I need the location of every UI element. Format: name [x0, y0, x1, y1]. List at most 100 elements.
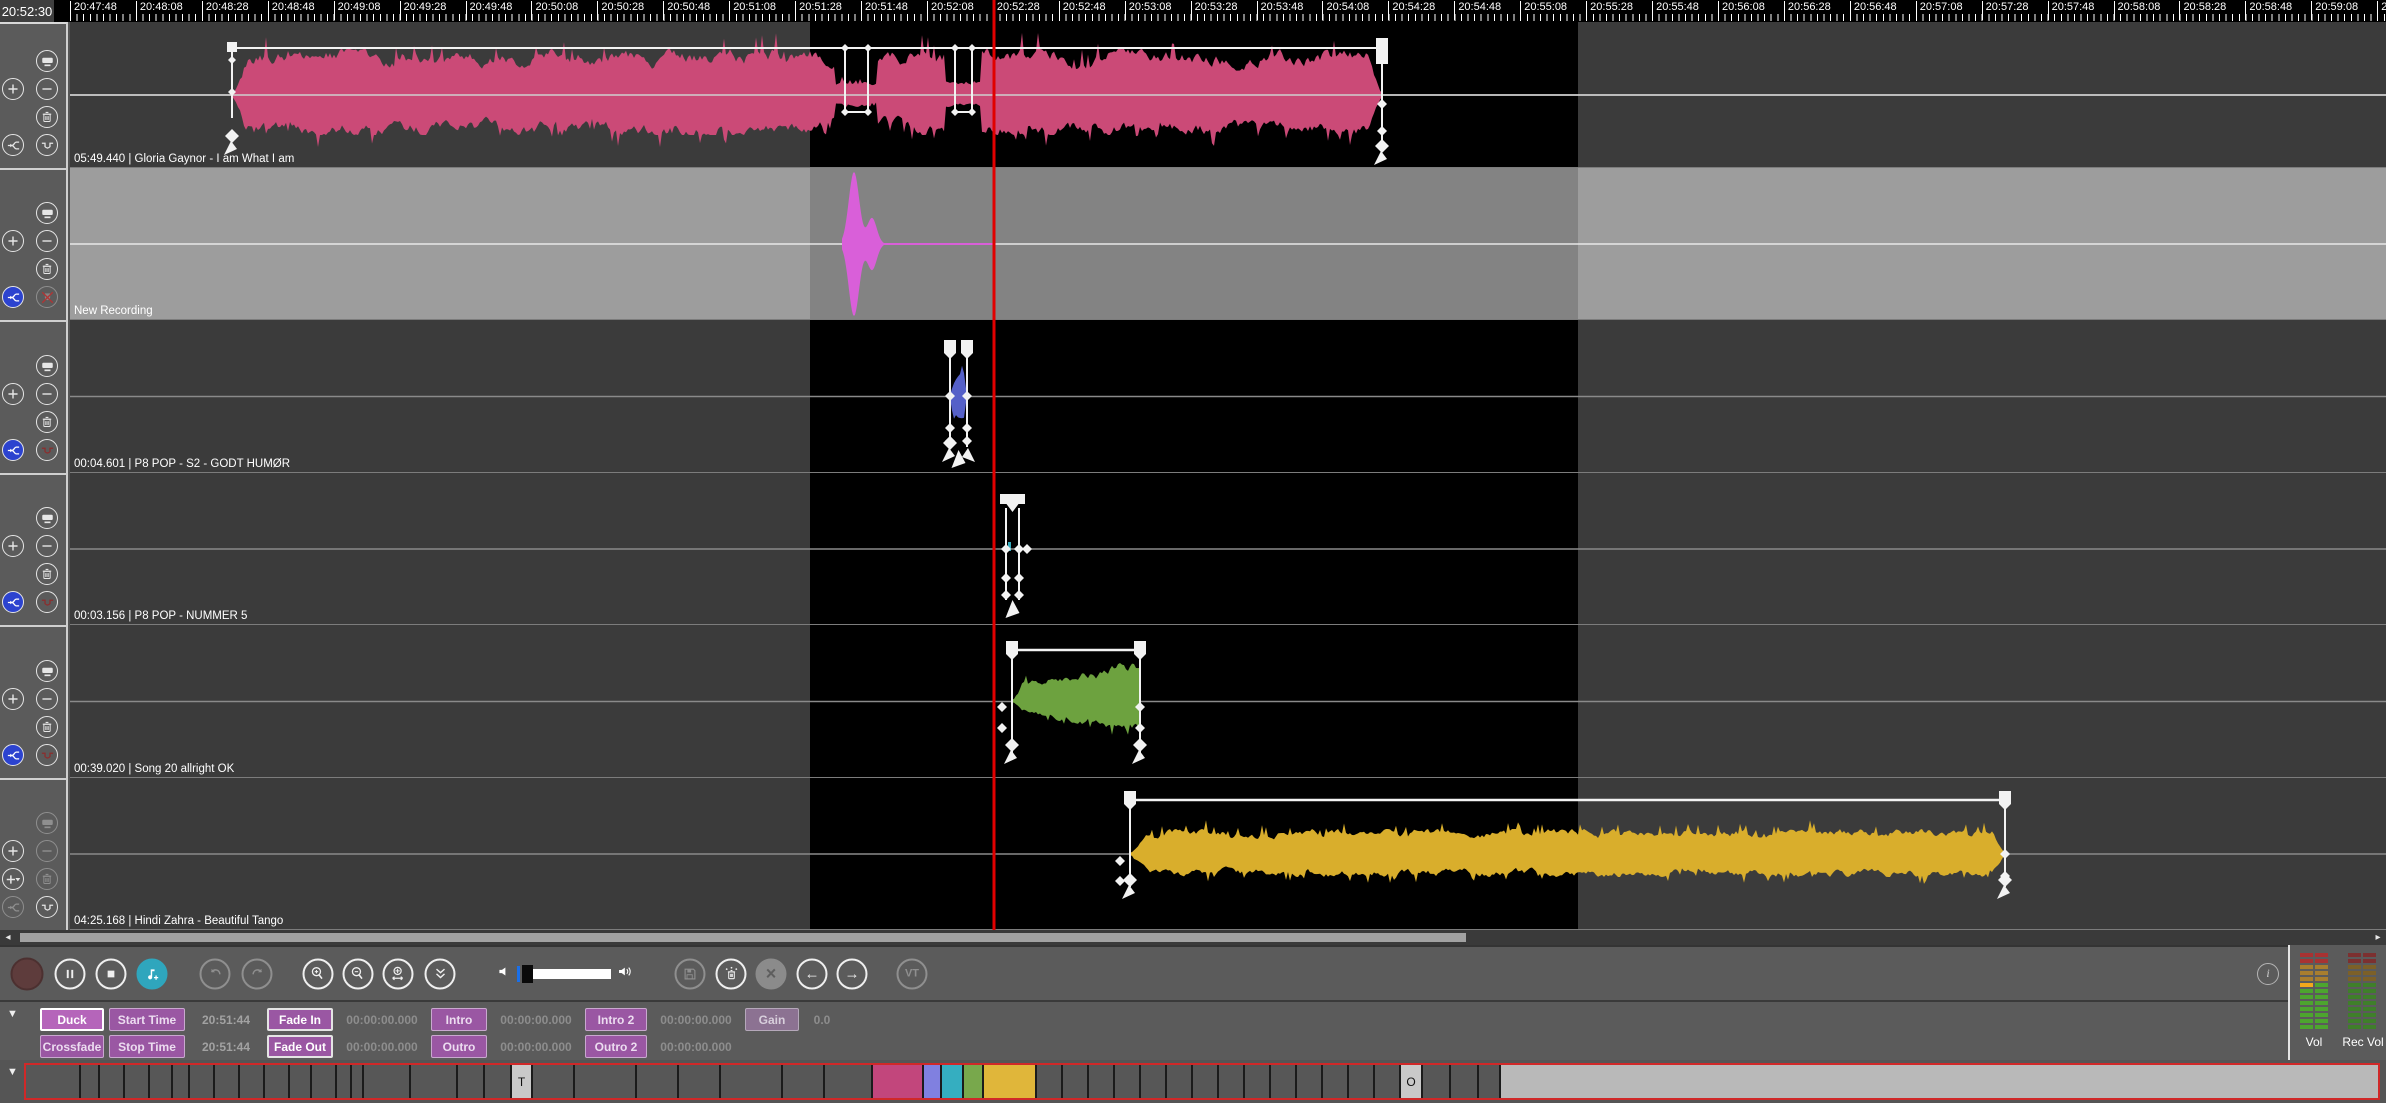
cart-cell[interactable]	[1375, 1065, 1399, 1098]
zoom-out-button[interactable]	[343, 958, 374, 989]
cart-cell[interactable]	[1037, 1065, 1061, 1098]
cart-cell[interactable]	[1245, 1065, 1269, 1098]
delete-track-button[interactable]	[36, 716, 58, 738]
route-button[interactable]	[2, 286, 24, 308]
voice-track-button[interactable]: VT	[897, 958, 928, 989]
zoom-in-button[interactable]	[303, 958, 334, 989]
selected-time-region[interactable]	[810, 168, 1578, 319]
scrollbar-thumb[interactable]	[20, 933, 1466, 942]
scroll-right-icon[interactable]: ▸	[2370, 930, 2386, 945]
horizontal-scrollbar[interactable]: ◂ ▸	[0, 930, 2386, 945]
collapse-tracks-button[interactable]	[425, 958, 456, 989]
slider-thumb[interactable]	[522, 965, 533, 983]
cart-cell-O[interactable]: O	[1401, 1065, 1421, 1098]
cart-cell[interactable]	[100, 1065, 123, 1098]
cart-cell[interactable]	[290, 1065, 310, 1098]
add-audio-button[interactable]	[137, 958, 168, 989]
cart-cell[interactable]	[240, 1065, 263, 1098]
outro2-value[interactable]: 00:00:00.000	[652, 1035, 740, 1058]
speaker-min-icon[interactable]	[497, 963, 513, 984]
zoom-in-track-button[interactable]	[2, 230, 24, 252]
cart-cell[interactable]	[458, 1065, 483, 1098]
start-time-value[interactable]: 20:51:44	[190, 1008, 262, 1031]
zoom-out-track-button[interactable]	[36, 383, 58, 405]
monitor-button[interactable]	[36, 507, 58, 529]
record-button[interactable]	[11, 957, 44, 990]
stop-button[interactable]	[96, 958, 127, 989]
speaker-loud-icon[interactable]	[618, 963, 635, 984]
cart-cell[interactable]	[1349, 1065, 1373, 1098]
info-button[interactable]: i	[2257, 963, 2279, 985]
collapse-panel-icon[interactable]: ▼	[7, 1008, 18, 1020]
cart-cell[interactable]	[1141, 1065, 1165, 1098]
delete-track-button[interactable]	[36, 411, 58, 433]
start-time-button[interactable]: Start Time	[109, 1008, 185, 1031]
selected-time-region[interactable]	[810, 778, 1578, 929]
duck-track-button[interactable]	[36, 744, 58, 766]
cart-cell[interactable]	[1451, 1065, 1477, 1098]
cart-cell[interactable]	[1423, 1065, 1449, 1098]
cart-cell[interactable]	[150, 1065, 171, 1098]
cart-cell[interactable]	[337, 1065, 350, 1098]
timeline-ruler[interactable]: 20:47:4820:48:0820:48:2820:48:4820:49:08…	[54, 0, 2386, 22]
zoom-in-track-button[interactable]	[2, 840, 24, 862]
monitor-button[interactable]	[36, 355, 58, 377]
gain-value[interactable]: 0.0	[804, 1008, 840, 1031]
cart-cell[interactable]	[1219, 1065, 1243, 1098]
cart-cell[interactable]	[312, 1065, 335, 1098]
monitor-button[interactable]	[36, 812, 58, 834]
zoom-out-track-button[interactable]	[36, 78, 58, 100]
intro-value[interactable]: 00:00:00.000	[492, 1008, 580, 1031]
crossfade-button[interactable]: Crossfade	[40, 1035, 104, 1058]
cart-cell-T[interactable]: T	[512, 1065, 531, 1098]
route-button[interactable]	[2, 896, 24, 918]
prev-item-button[interactable]: ←	[797, 958, 828, 989]
cart-cell[interactable]	[411, 1065, 456, 1098]
volume-slider[interactable]	[517, 965, 611, 983]
collapse-strip-icon[interactable]: ▼	[7, 1066, 18, 1078]
duck-track-button[interactable]	[36, 896, 58, 918]
route-button[interactable]	[2, 744, 24, 766]
cart-cell[interactable]	[1501, 1065, 2378, 1098]
track-row[interactable]: New Recording	[70, 168, 2386, 320]
cart-cell[interactable]	[215, 1065, 238, 1098]
monitor-button[interactable]	[36, 202, 58, 224]
duck-button[interactable]: Duck	[40, 1008, 104, 1031]
cart-cell[interactable]	[1297, 1065, 1321, 1098]
duck-track-button[interactable]	[36, 439, 58, 461]
cart-cell[interactable]	[81, 1065, 98, 1098]
scroll-left-icon[interactable]: ◂	[0, 930, 16, 945]
selected-time-region[interactable]	[810, 22, 1578, 167]
gain-button[interactable]: Gain	[745, 1008, 799, 1031]
delete-track-button[interactable]	[36, 563, 58, 585]
discard-button[interactable]: ×	[756, 958, 787, 989]
track-row[interactable]: 00:04.601 | P8 POP - S2 - GODT HUMØR	[70, 320, 2386, 473]
track-row[interactable]: 04:25.168 | Hindi Zahra - Beautiful Tang…	[70, 778, 2386, 930]
cart-cell[interactable]	[964, 1065, 982, 1098]
selected-time-region[interactable]	[810, 473, 1578, 624]
cart-cell[interactable]	[1323, 1065, 1347, 1098]
cart-cell[interactable]	[1271, 1065, 1295, 1098]
monitor-button[interactable]	[36, 50, 58, 72]
route-button[interactable]	[2, 591, 24, 613]
delete-track-button[interactable]	[36, 868, 58, 890]
duck-track-button[interactable]	[36, 134, 58, 156]
cart-cell[interactable]	[533, 1065, 573, 1098]
stop-time-button[interactable]: Stop Time	[109, 1035, 185, 1058]
track-row[interactable]: 00:39.020 | Song 20 allright OK	[70, 625, 2386, 778]
fade-out-button[interactable]: Fade Out	[267, 1035, 333, 1058]
selected-time-region[interactable]	[810, 625, 1578, 777]
track-row[interactable]: 00:03.156 | P8 POP - NUMMER 5	[70, 473, 2386, 625]
cart-cell[interactable]	[679, 1065, 719, 1098]
record-disabled-button[interactable]	[36, 286, 58, 308]
zoom-out-track-button[interactable]	[36, 840, 58, 862]
cart-cell[interactable]	[924, 1065, 940, 1098]
intro2-value[interactable]: 00:00:00.000	[652, 1008, 740, 1031]
cart-cell[interactable]	[26, 1065, 79, 1098]
outro-button[interactable]: Outro	[431, 1035, 487, 1058]
clear-button[interactable]	[716, 958, 747, 989]
zoom-out-track-button[interactable]	[36, 688, 58, 710]
fade-in-value[interactable]: 00:00:00.000	[338, 1008, 426, 1031]
cart-cell[interactable]	[352, 1065, 362, 1098]
intro-button[interactable]: Intro	[431, 1008, 487, 1031]
